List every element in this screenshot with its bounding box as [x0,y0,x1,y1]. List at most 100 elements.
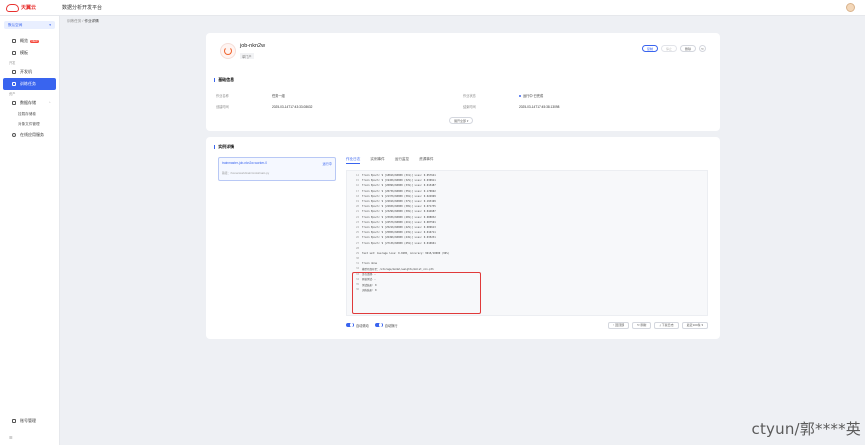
highlight-box [352,272,481,314]
info-value: 2025-03-14T17:45:38.13098 [519,104,560,109]
tab-resource-events[interactable]: 资源事件 [419,157,433,164]
log-line-number: 27 [355,241,359,245]
sidebar-item-label: 在线应用服务 [20,132,44,137]
instance-item[interactable]: trainmaster-job-nkn2w-worker-0 运行中 路径：/h… [218,157,336,181]
expand-all-label: 展开全部 [454,118,467,123]
sidebar-item-overview[interactable]: 概览 NEW [3,35,56,47]
sidebar-group-assets: 资产 [9,92,16,96]
log-line-number: 19 [355,200,359,204]
sidebar-item-label: 概览 [20,38,28,43]
copy-button[interactable]: 复制 [641,45,658,52]
collapse-sidebar-icon[interactable]: ☰ [9,435,13,440]
info-key: 作业状态 [463,94,476,98]
log-line-text: Train Epoch: 9 [25216/60000 (42%)] Loss:… [362,225,436,229]
expand-all-button[interactable]: 展开全部 ▾ [449,117,474,124]
sidebar-item-account[interactable]: 账号管理 [3,415,57,427]
sidebar-item-label: 模板 [20,50,28,55]
download-log-button[interactable]: ⤓ 下载日志 [654,321,679,329]
instance-detail-card: 实例详情 trainmaster-job-nkn2w-worker-0 运行中 … [206,137,720,339]
sidebar-item-label: 训练任务 [20,81,36,86]
monitor-icon [12,70,16,74]
sidebar-subitem-volumes[interactable]: 挂载存储卷 [0,109,59,119]
tab-instance-events[interactable]: 实例事件 [370,157,384,164]
brand-logo[interactable]: 天翼云 [0,3,62,12]
log-line-number: 29 [355,251,359,255]
sidebar-item-services[interactable]: 在线应用服务 [3,129,56,141]
log-line-text: Train Epoch: 9 [27136/60000 (45%)] Loss:… [362,241,436,245]
tab-monitoring[interactable]: 运行监控 [395,157,409,164]
user-icon [12,419,16,423]
log-line-number: 30 [355,257,359,261]
sidebar-item-storage[interactable]: 数据存储 ⌃ [3,97,56,109]
sidebar-item-training[interactable]: 训练任务 [3,78,56,90]
instance-detail-title: 实例详情 [214,144,234,150]
chevron-down-icon: ▾ [49,23,51,27]
log-line-number: 32 [355,267,359,271]
auto-scroll-label: 自动滚动 [356,323,369,328]
log-line-number: 22 [355,215,359,219]
grid-icon [12,39,16,43]
sidebar-group-dev: 开发 [9,61,16,65]
log-line-text: Train Epoch: 9 [19456/60000 (32%)] Loss:… [362,179,436,183]
log-line-text: Train Epoch: 9 [24576/60000 (41%)] Loss:… [362,220,436,224]
auto-scroll-toggle[interactable] [346,322,354,328]
instance-path: 路径：/home/work/train/mnist/main.py [222,171,270,175]
instance-id: trainmaster-job-nkn2w-worker-0 [222,161,267,165]
sidebar-item-devbox[interactable]: 开发机 [3,66,56,78]
log-line-number: 20 [355,205,359,209]
cloud-logo-icon [6,3,19,12]
user-avatar[interactable] [846,3,855,12]
scroll-top-button[interactable]: ↑ 回顶部 [607,321,630,329]
breadcrumb-parent[interactable]: 训练任务 [67,19,81,23]
wrap-lines-toggle[interactable] [374,322,383,328]
log-line-number: 26 [355,236,359,240]
log-line-text: Test set: Average loss: 0.0285, Accuracy… [362,251,450,255]
log-line-text: Train Epoch: 9 [18816/60000 (31%)] Loss:… [362,174,436,178]
log-line-number: 17 [355,189,359,193]
stop-button[interactable]: 停止 [660,45,677,52]
log-line-number: 15 [355,179,359,183]
job-actions: 复制 停止 删除 ↻ [641,45,706,52]
log-line-number: 14 [355,174,359,178]
log-line-text: Train Epoch: 9 [22016/60000 (37%)] Loss:… [362,200,436,204]
line-count-select[interactable]: 最近100条 ▾ [681,321,708,329]
log-line-number: 31 [355,262,359,266]
log-line-text: Train Epoch: 9 [25856/60000 (43%)] Loss:… [362,231,436,235]
refresh-icon[interactable]: ↻ [699,45,706,52]
log-line-text: Train Epoch: 9 [20736/60000 (35%)] Loss:… [362,189,436,193]
log-line-text: Train Epoch: 9 [22656/60000 (38%)] Loss:… [362,205,436,209]
instance-status: 运行中 [322,162,332,166]
sidebar-item-templates[interactable]: 模板 [3,47,56,59]
chevron-down-icon: ▾ [466,118,469,123]
info-value: 2025-03-14T17:43:33.08632 [272,104,313,109]
info-row: 作业名称 任务一组 作业状态 运行中·已完成 [216,90,710,101]
log-line-text: Train Epoch: 9 [26496/60000 (44%)] Loss:… [362,236,436,240]
tab-job-log[interactable]: 作业日志 [346,157,361,164]
info-key: 创建时间 [216,105,229,109]
breadcrumb: 训练任务 / 作业详情 [67,19,99,24]
user-task-icon [12,82,16,86]
workspace-select[interactable]: 默认空间 ▾ [4,21,55,29]
job-status-icon [220,43,236,59]
wrap-lines-label: 自动换行 [384,323,398,328]
log-line-number: 21 [355,210,359,214]
top-bar: 天翼云 数据分析开发平台 [0,0,865,16]
sidebar-item-label: 数据存储 [20,100,36,105]
log-line-text: Train Epoch: 9 [21376/60000 (36%)] Loss:… [362,194,436,198]
log-toolbar: 自动滚动 自动换行 ↑ 回顶部 ↻ 刷新 ⤓ 下载日志 最近100条 ▾ [346,320,708,330]
refresh-log-button[interactable]: ↻ 刷新 [632,321,652,329]
job-tag: 单门户 [240,53,254,59]
info-row: 创建时间 2025-03-14T17:43:33.08632 结束时间 2025… [216,101,710,112]
sidebar-subitem-objects[interactable]: 对象文件管理 [0,119,59,129]
job-summary-card: job-nkn2w 单门户 复制 停止 删除 ↻ 基础信息 作业名称 任务一组 … [206,33,720,131]
sidebar: 默认空间 ▾ 概览 NEW 模板 开发 开发机 训练任务 资产 数据存储 ⌃ 挂… [0,16,60,445]
basic-info-grid: 作业名称 任务一组 作业状态 运行中·已完成 创建时间 2025-03-14T1… [216,90,710,112]
watermark: ctyun/郭****英 [751,420,861,438]
basic-info-title: 基础信息 [214,77,234,83]
log-line-number: 18 [355,194,359,198]
log-line-text: 模型已保存至：/storage/model/weights/mnist_cnn.… [362,267,434,271]
job-status-value: 运行中·已完成 [519,93,710,98]
sidebar-item-label: 账号管理 [20,418,36,423]
delete-button[interactable]: 删除 [679,45,696,52]
info-key: 结束时间 [463,105,476,109]
